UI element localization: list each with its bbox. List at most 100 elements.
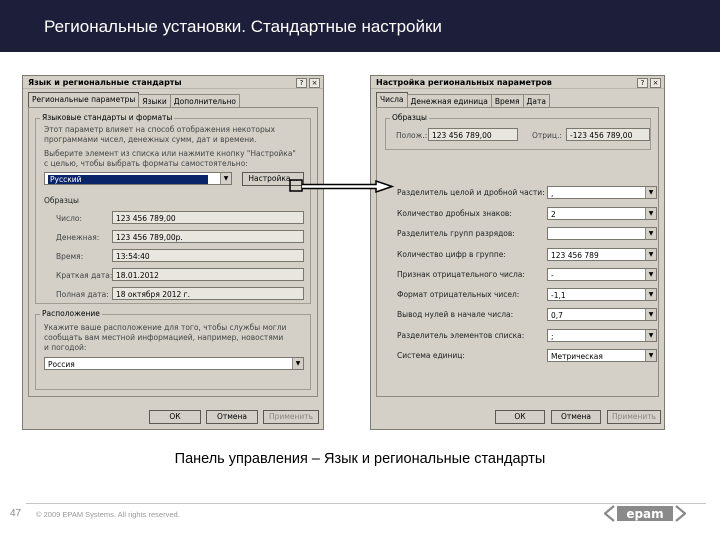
samples-group: Образцы Полож.: 123 456 789,00 Отриц.: -… [385,113,651,150]
epam-logo: epam [604,505,686,522]
negative-label: Отриц.: [532,131,562,140]
tab-panel: Языковые стандарты и форматы Этот параме… [28,107,318,397]
measurement-system-dropdown[interactable]: Метрическая ▼ [547,349,657,362]
tab-advanced[interactable]: Дополнительно [169,94,240,108]
group-description: программами чисел, денежных сумм, дат и … [44,135,257,144]
dropdown-value: -1,1 [551,291,566,300]
locale-dropdown[interactable]: Русский ▼ [44,172,232,185]
dropdown-value: 0,7 [551,311,563,320]
sample-value: 18 октября 2012 г. [112,287,304,300]
chevron-down-icon[interactable]: ▼ [645,208,656,219]
list-separator-dropdown[interactable]: ; ▼ [547,329,657,342]
tab-panel: Образцы Полож.: 123 456 789,00 Отриц.: -… [376,107,659,397]
page-number: 47 [10,508,22,519]
leading-zeros-dropdown[interactable]: 0,7 ▼ [547,308,657,321]
footer-divider [26,503,706,504]
dialog-titlebar: Настройка региональных параметров [371,76,664,89]
tab-currency[interactable]: Денежная единица [406,94,492,108]
header-accent [0,0,26,52]
standards-group: Языковые стандарты и форматы Этот параме… [35,113,311,304]
tab-time[interactable]: Время [490,94,524,108]
cancel-button[interactable]: Отмена [206,410,258,424]
slide-caption: Панель управления – Язык и региональные … [174,451,546,467]
chevron-down-icon[interactable]: ▼ [645,228,656,239]
dropdown-value: ; [551,332,554,341]
digit-grouping-dropdown[interactable]: 123 456 789 ▼ [547,248,657,261]
decimal-digits-dropdown[interactable]: 2 ▼ [547,207,657,220]
chevron-down-icon[interactable]: ▼ [292,358,303,369]
group-title: Языковые стандарты и форматы [40,113,175,122]
measurement-system-label: Система единиц: [397,351,465,360]
positive-label: Полож.: [396,131,428,140]
help-button[interactable]: ? [296,78,307,88]
dialog-titlebar: Язык и региональные стандарты [23,76,323,89]
sample-value: 18.01.2012 [112,268,304,281]
tab-strip: Числа Денежная единица Время Дата [376,92,550,108]
tab-date[interactable]: Дата [522,94,550,108]
negative-format-dropdown[interactable]: -1,1 ▼ [547,288,657,301]
copyright-text: © 2009 EPAM Systems. All rights reserved… [36,510,180,519]
sample-label: Полная дата: [56,290,109,299]
location-group: Расположение Укажите ваше расположение д… [35,309,311,390]
dropdown-value: Метрическая [551,352,603,361]
group-instructions: Выберите элемент из списка или нажмите к… [44,149,296,158]
chevron-down-icon[interactable]: ▼ [645,249,656,260]
apply-button[interactable]: Применить [607,410,661,424]
decimal-symbol-label: Разделитель целой и дробной части: [397,188,545,197]
regional-options-dialog: Язык и региональные стандарты ? × Регион… [22,75,324,430]
tab-numbers[interactable]: Числа [376,92,408,108]
sample-label: Краткая дата: [56,271,113,280]
group-description: Укажите ваше расположение для того, чтоб… [44,323,287,332]
decimal-symbol-dropdown[interactable]: , ▼ [547,186,657,199]
chevron-down-icon[interactable]: ▼ [645,330,656,341]
dialog-title: Настройка региональных параметров [376,78,552,87]
arrow-connector [289,179,395,194]
chevron-down-icon[interactable]: ▼ [645,289,656,300]
ok-button[interactable]: ОК [149,410,201,424]
decimal-digits-label: Количество дробных знаков: [397,209,512,218]
dropdown-value: - [551,271,554,280]
dropdown-value: 123 456 789 [551,251,599,260]
chevron-down-icon[interactable]: ▼ [645,350,656,361]
sample-label: Денежная: [56,233,100,242]
list-separator-label: Разделитель элементов списка: [397,331,525,340]
slide-title: Региональные установки. Стандартные наст… [44,17,442,36]
ok-button[interactable]: ОК [495,410,545,424]
tab-regional-options[interactable]: Региональные параметры [28,92,140,108]
group-description: и погодой: [44,343,87,352]
dialog-title: Язык и региональные стандарты [28,78,182,87]
sample-value: 13:54:40 [112,249,304,262]
customize-regional-options-dialog: Настройка региональных параметров ? × Чи… [370,75,665,430]
sample-label: Число: [56,214,83,223]
help-button[interactable]: ? [637,78,648,88]
tab-languages[interactable]: Языки [138,94,171,108]
dropdown-value: 2 [551,210,556,219]
digit-grouping-label: Количество цифр в группе: [397,250,506,259]
close-button[interactable]: × [650,78,661,88]
locale-value: Русский [48,175,208,184]
chevron-down-icon[interactable]: ▼ [645,309,656,320]
apply-button[interactable]: Применить [263,410,319,424]
negative-sign-dropdown[interactable]: - ▼ [547,268,657,281]
chevron-down-icon[interactable]: ▼ [220,173,231,184]
group-separator-dropdown[interactable]: ▼ [547,227,657,240]
chevron-down-icon[interactable]: ▼ [645,269,656,280]
group-description: сообщать вам местной информацией, наприм… [44,333,284,342]
cancel-button[interactable]: Отмена [551,410,601,424]
sample-label: Время: [56,252,84,261]
close-button[interactable]: × [309,78,320,88]
leading-zeros-label: Вывод нулей в начале числа: [397,310,514,319]
group-separator-label: Разделитель групп разрядов: [397,229,515,238]
samples-title: Образцы [44,196,79,205]
sample-value: 123 456 789,00 [112,211,304,224]
sample-value: 123 456 789,00р. [112,230,304,243]
positive-sample: 123 456 789,00 [428,128,518,141]
location-value: Россия [48,360,75,369]
chevron-down-icon[interactable]: ▼ [645,187,656,198]
negative-format-label: Формат отрицательных чисел: [397,290,520,299]
group-description: Этот параметр влияет на способ отображен… [44,125,276,134]
tab-strip: Региональные параметры Языки Дополнитель… [28,92,240,108]
location-dropdown[interactable]: Россия ▼ [44,357,304,370]
slide-header: Региональные установки. Стандартные наст… [0,0,720,58]
group-instructions: с целью, чтобы выбрать форматы самостоят… [44,159,248,168]
